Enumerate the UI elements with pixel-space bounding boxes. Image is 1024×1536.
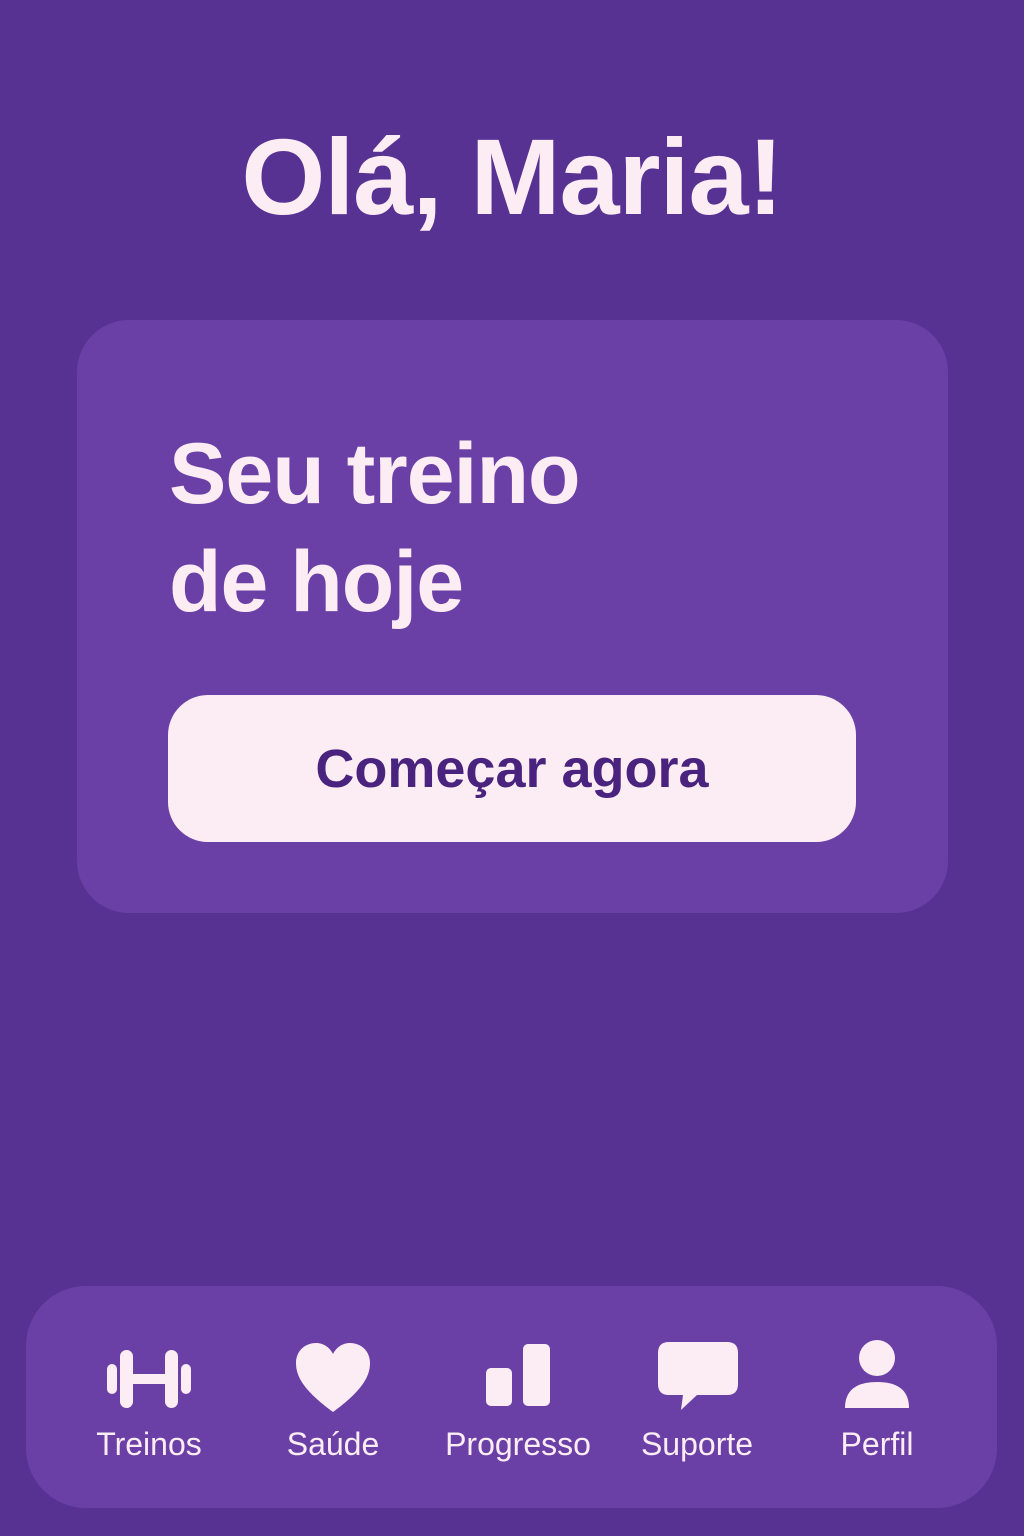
card-title-line-1: Seu treino — [169, 426, 581, 522]
card-title: Seu treino de hoje — [169, 420, 581, 636]
start-now-button[interactable]: Começar agora — [168, 695, 856, 842]
nav-item-progresso[interactable]: Progresso — [428, 1286, 608, 1508]
nav-label-suporte: Suporte — [640, 1426, 754, 1462]
today-workout-card: Seu treino de hoje Começar agora — [77, 320, 948, 913]
nav-label-perfil: Perfil — [840, 1426, 914, 1462]
nav-label-progresso: Progresso — [445, 1426, 591, 1462]
nav-item-saude[interactable]: Saúde — [243, 1286, 423, 1508]
nav-label-saude: Saúde — [286, 1426, 380, 1462]
bottom-navigation: Treinos Saúde Progresso Suporte Perfil — [26, 1286, 997, 1508]
nav-item-suporte[interactable]: Suporte — [607, 1286, 787, 1508]
user-icon — [827, 1338, 927, 1418]
dumbbell-icon — [99, 1338, 199, 1418]
bar-chart-icon — [468, 1338, 568, 1418]
heart-icon — [283, 1338, 383, 1418]
greeting-title: Olá, Maria! — [241, 116, 783, 237]
nav-item-treinos[interactable]: Treinos — [59, 1286, 239, 1508]
card-title-line-2: de hoje — [169, 534, 464, 630]
chat-bubble-icon — [647, 1338, 747, 1418]
nav-label-treinos: Treinos — [96, 1426, 202, 1462]
nav-item-perfil[interactable]: Perfil — [787, 1286, 967, 1508]
